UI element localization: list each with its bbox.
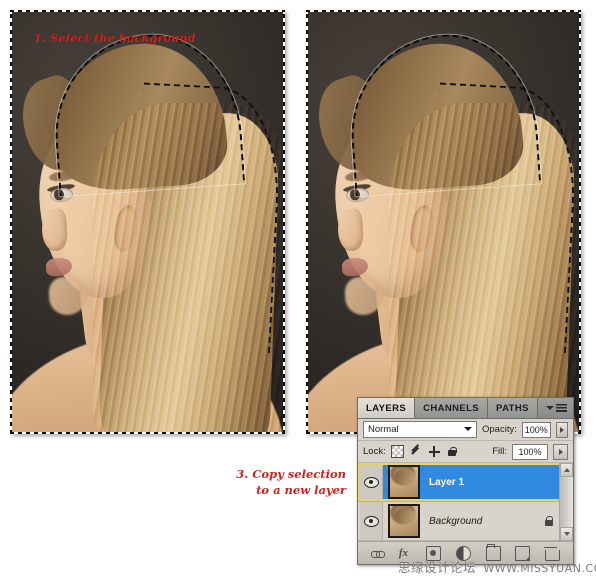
lock-transparent-pixels-icon[interactable] — [390, 445, 404, 458]
hair-strands-texture — [388, 103, 581, 434]
step-1-caption: 1. Select the background — [34, 32, 196, 45]
nose-shape — [336, 208, 364, 253]
model-photo — [306, 10, 581, 434]
photo-panel-step-1: 1. Select the background — [10, 10, 285, 434]
new-layer-icon[interactable] — [515, 545, 531, 561]
lock-position-icon[interactable] — [428, 446, 440, 457]
layer-visibility-toggle[interactable] — [360, 502, 383, 540]
opacity-slider-button[interactable] — [555, 421, 568, 438]
hair-strands-texture — [92, 103, 285, 434]
layers-palette: LAYERS CHANNELS PATHS Normal Opacity: 10… — [357, 397, 574, 565]
opacity-label: Opacity: — [482, 424, 517, 435]
nose-shape — [40, 208, 68, 253]
layer-name-label: Background — [429, 515, 483, 527]
link-layers-icon[interactable] — [371, 547, 386, 560]
palette-tab-bar: LAYERS CHANNELS PATHS — [358, 398, 573, 419]
layer-name-label: Layer 1 — [429, 476, 465, 488]
new-adjustment-layer-icon[interactable] — [455, 545, 471, 561]
tab-layers[interactable]: LAYERS — [358, 398, 416, 418]
tab-paths[interactable]: PATHS — [488, 398, 538, 418]
lock-row: Lock: Fill: 100% — [358, 441, 573, 462]
layer-thumbnail[interactable] — [388, 504, 420, 538]
blend-mode-select[interactable]: Normal — [363, 421, 477, 438]
tab-channels[interactable]: CHANNELS — [415, 398, 489, 418]
photo-panel-step-2: 2. inverse selection — [306, 10, 581, 434]
chevron-down-icon — [546, 406, 554, 410]
lock-image-pixels-icon[interactable] — [411, 446, 422, 457]
lock-label: Lock: — [363, 446, 386, 457]
opacity-input[interactable]: 100% — [521, 421, 551, 438]
fill-slider-button[interactable] — [553, 443, 568, 460]
lock-all-icon[interactable] — [447, 446, 458, 457]
blend-mode-row: Normal Opacity: 100% — [358, 419, 573, 441]
delete-layer-icon[interactable] — [544, 546, 560, 561]
palette-menu-button[interactable] — [540, 398, 573, 418]
step-3-caption-line-1: 3. Copy selection — [236, 467, 346, 481]
layer-list: Layer 1 Background — [358, 462, 573, 541]
lock-buttons — [390, 445, 458, 458]
new-group-icon[interactable] — [485, 544, 501, 561]
fill-input[interactable]: 100% — [512, 443, 548, 460]
blend-mode-value: Normal — [368, 424, 399, 435]
hamburger-icon — [556, 404, 567, 412]
layer-style-fx-icon[interactable]: fx — [399, 547, 412, 560]
layer-list-scrollbar[interactable] — [559, 463, 573, 541]
layer-thumbnail[interactable] — [388, 465, 420, 499]
scroll-down-arrow-icon[interactable] — [560, 527, 573, 541]
layer-row-layer-1[interactable]: Layer 1 — [358, 463, 573, 502]
add-layer-mask-icon[interactable] — [426, 545, 442, 561]
step-3-caption-line-2: to a new layer — [256, 483, 346, 497]
layer-locked-icon — [543, 516, 553, 527]
chevron-down-icon — [464, 427, 472, 431]
fill-label: Fill: — [492, 446, 507, 457]
layer-visibility-toggle[interactable] — [360, 463, 383, 501]
scroll-up-arrow-icon[interactable] — [560, 463, 573, 477]
eye-icon — [363, 476, 379, 488]
model-photo — [10, 10, 285, 434]
eye-icon — [363, 515, 379, 527]
palette-bottom-toolbar: fx — [358, 541, 573, 564]
layer-row-background[interactable]: Background — [358, 502, 573, 541]
step-3-caption: 3. Copy selection to a new layer — [196, 466, 346, 498]
